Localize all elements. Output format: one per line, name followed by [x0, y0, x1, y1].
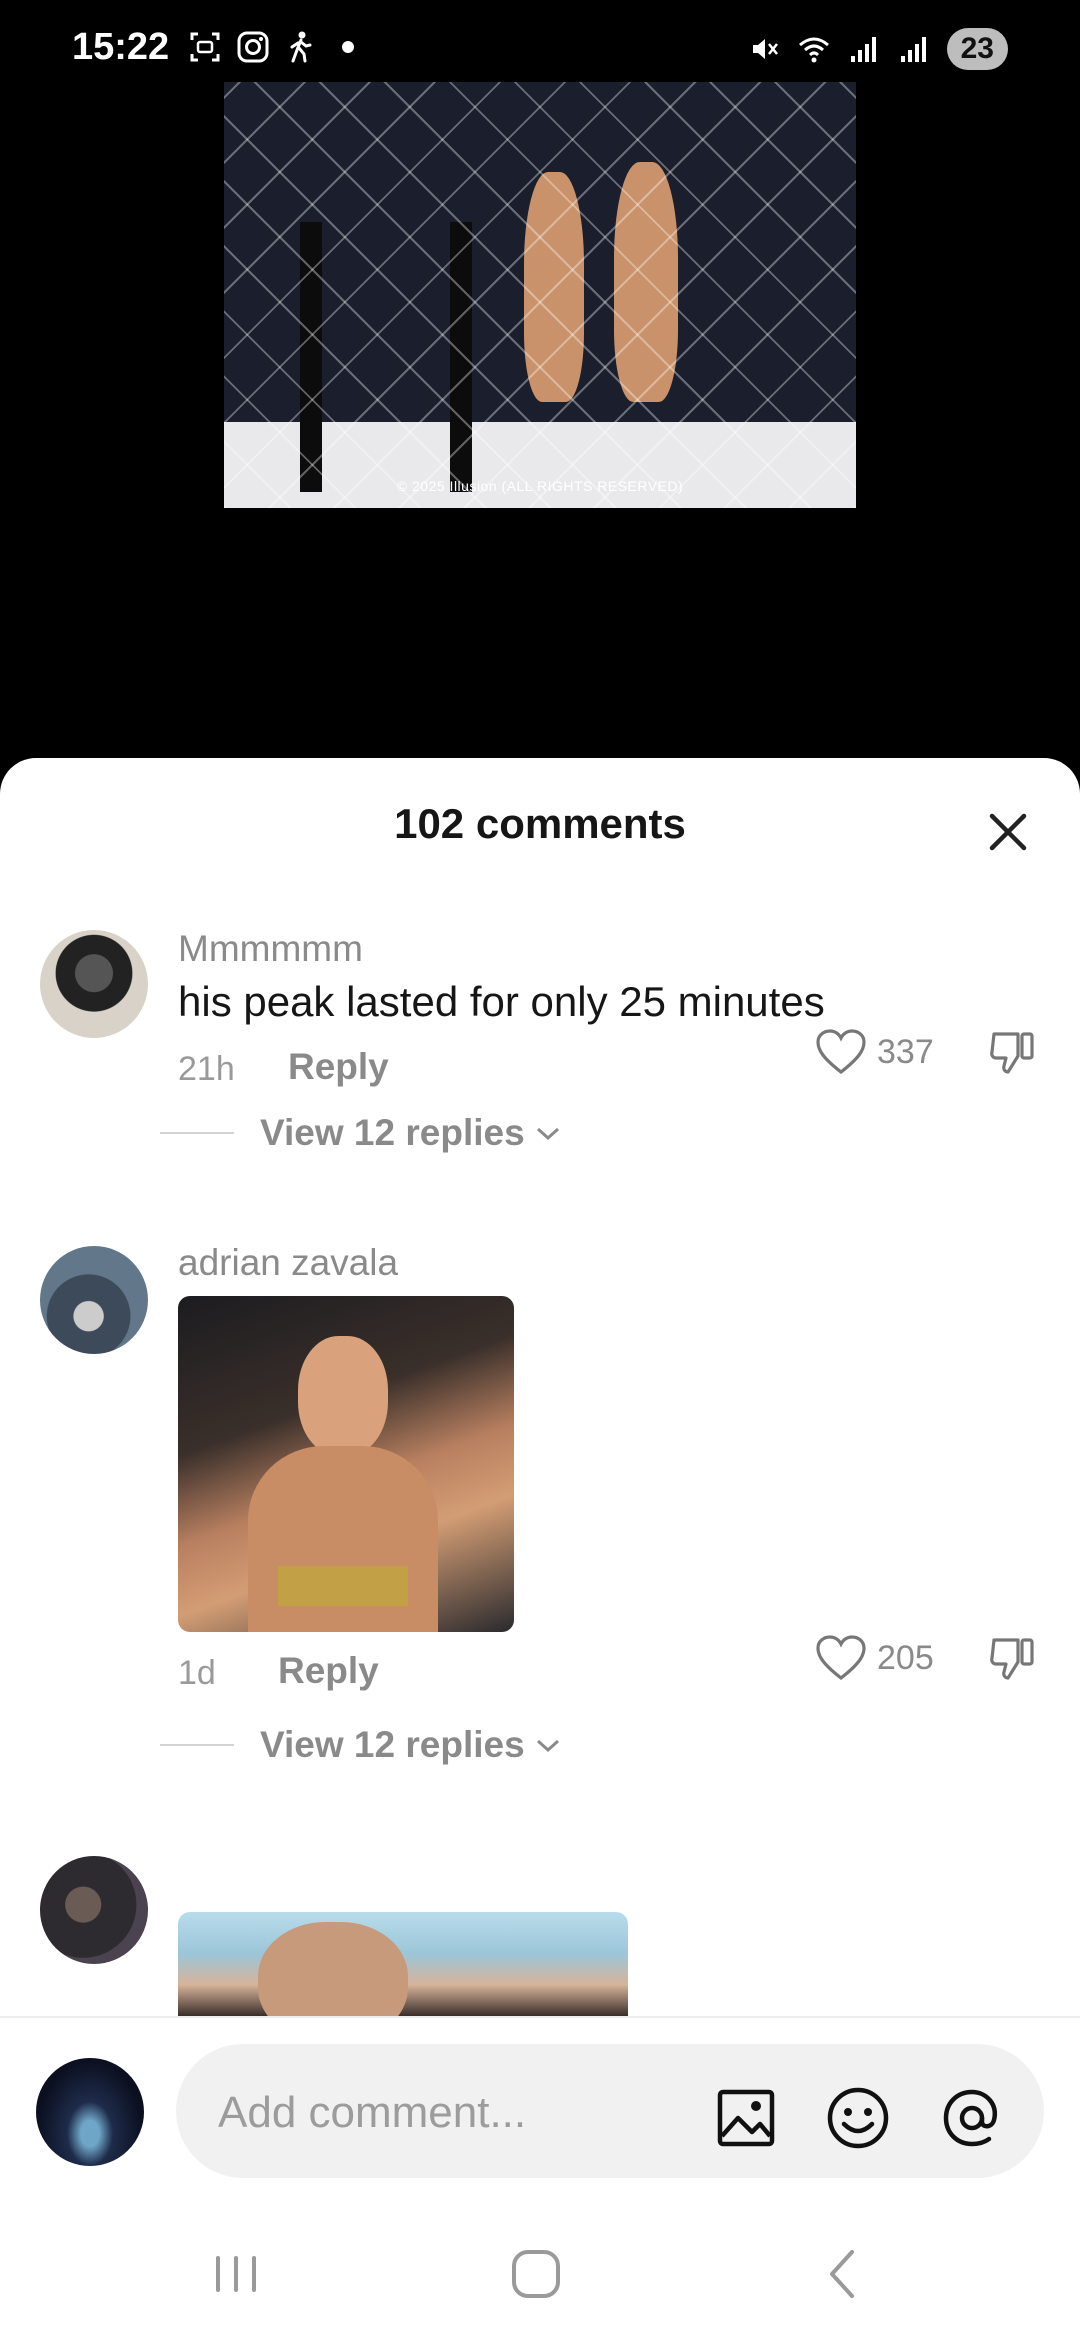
view-replies-button[interactable]: View 12 replies	[160, 1724, 563, 1766]
view-replies-button[interactable]: View 12 replies	[160, 1112, 563, 1154]
like-button[interactable]: 205	[815, 1634, 934, 1682]
comment-username[interactable]: Mmmmmm	[178, 928, 363, 970]
view-replies-label: View 12 replies	[260, 1112, 525, 1153]
notification-dot-icon	[342, 41, 354, 53]
comment-username[interactable]: adrian zavala	[178, 1242, 398, 1284]
status-icons-right: 23	[747, 28, 1008, 70]
dislike-icon[interactable]	[988, 1632, 1040, 1684]
battery-indicator: 23	[946, 28, 1008, 70]
mention-icon[interactable]	[938, 2084, 1006, 2152]
avatar	[36, 2058, 144, 2166]
video-watermark: © 2025 Illusion (ALL RIGHTS RESERVED)	[396, 478, 684, 494]
comment-text: his peak lasted for only 25 minutes	[178, 978, 825, 1025]
status-time: 15:22	[72, 26, 170, 68]
like-count: 205	[877, 1638, 934, 1677]
comment-time: 21h	[178, 1050, 235, 1088]
instagram-icon	[237, 31, 269, 63]
back-icon[interactable]	[814, 2244, 874, 2304]
comment-input-bar: Add comment...	[0, 2016, 1080, 2208]
like-button[interactable]: 337	[815, 1028, 934, 1076]
reply-button[interactable]: Reply	[278, 1650, 379, 1692]
walking-icon	[290, 31, 312, 63]
status-bar: 15:22 23	[0, 0, 1080, 90]
dislike-icon[interactable]	[988, 1026, 1040, 1078]
reply-button[interactable]: Reply	[288, 1046, 389, 1088]
heart-icon	[816, 1635, 866, 1681]
signal-icon	[850, 37, 876, 62]
close-icon[interactable]	[980, 804, 1036, 860]
face-shape	[258, 1922, 408, 2016]
comment-input[interactable]: Add comment...	[176, 2044, 1044, 2178]
status-icons-left	[188, 30, 354, 64]
emoji-icon[interactable]	[824, 2084, 892, 2152]
comment-image[interactable]	[178, 1296, 514, 1632]
comment-input-placeholder: Add comment...	[218, 2088, 527, 2137]
comment-time: 1d	[178, 1654, 216, 1692]
avatar[interactable]	[40, 1856, 148, 1964]
home-icon[interactable]	[506, 2244, 566, 2304]
signal-icon	[900, 37, 926, 62]
system-nav-bar	[0, 2206, 1080, 2340]
recent-apps-icon[interactable]	[206, 2244, 266, 2304]
cage-fence	[224, 82, 856, 508]
belt-shape	[278, 1566, 408, 1606]
divider-line	[160, 1744, 234, 1746]
like-count: 337	[877, 1032, 934, 1071]
chevron-down-icon	[536, 1127, 559, 1141]
image-icon[interactable]	[712, 2084, 780, 2152]
avatar[interactable]	[40, 930, 148, 1038]
avatar[interactable]	[40, 1246, 148, 1354]
wifi-icon	[798, 37, 829, 63]
comments-count-title: 102 comments	[394, 800, 686, 847]
view-replies-label: View 12 replies	[260, 1724, 525, 1765]
chevron-down-icon	[536, 1739, 559, 1753]
heart-icon	[816, 1029, 866, 1075]
fighter-head-shape	[298, 1336, 388, 1456]
video-player[interactable]: © 2025 Illusion (ALL RIGHTS RESERVED)	[224, 82, 856, 508]
divider-line	[160, 1132, 234, 1134]
screenshot-icon	[190, 32, 220, 62]
mute-icon	[752, 39, 778, 59]
comment-image[interactable]	[178, 1912, 628, 2016]
